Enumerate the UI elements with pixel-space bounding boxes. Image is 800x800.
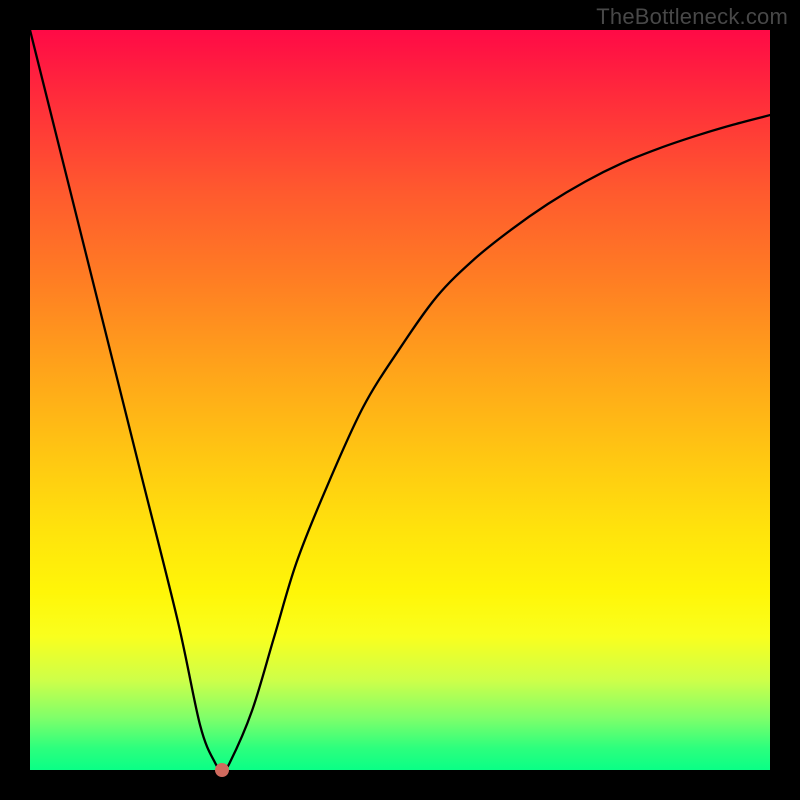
curve-svg xyxy=(30,30,770,770)
watermark-text: TheBottleneck.com xyxy=(596,4,788,30)
bottleneck-chart: TheBottleneck.com xyxy=(0,0,800,800)
optimum-marker-dot xyxy=(215,763,229,777)
bottleneck-curve-path xyxy=(30,30,770,770)
plot-area xyxy=(30,30,770,770)
